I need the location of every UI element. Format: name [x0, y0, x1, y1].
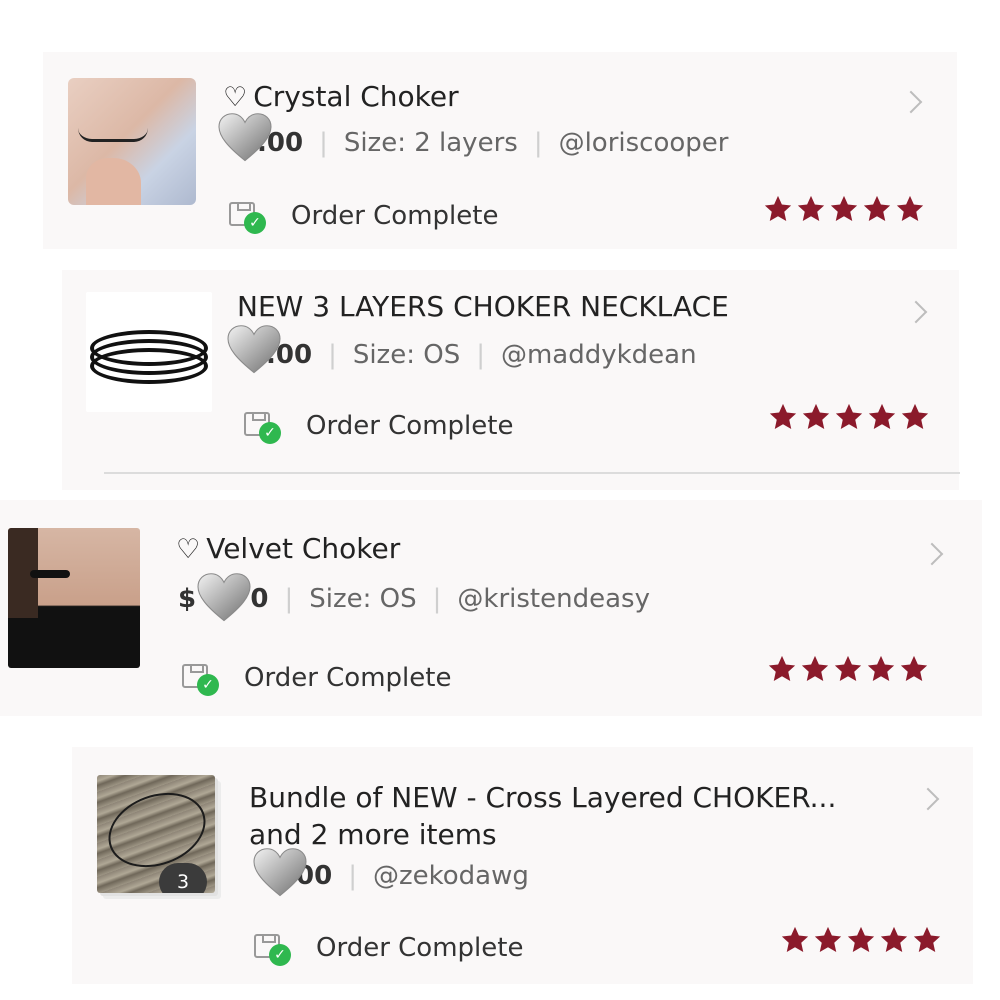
- star-icon: [880, 926, 908, 952]
- rating-stars: [780, 925, 942, 955]
- chevron-right-icon[interactable]: [904, 300, 928, 324]
- star-icon: [901, 403, 929, 429]
- status-label: Order Complete: [244, 663, 452, 693]
- price: 00: [252, 848, 332, 897]
- order-meta: 00 | @zekodawg: [252, 848, 529, 897]
- seller-username[interactable]: @loriscooper: [559, 128, 729, 158]
- size-label: Size: 2 layers: [343, 128, 518, 158]
- seller-username[interactable]: @kristendeasy: [457, 584, 650, 614]
- seller-username[interactable]: @zekodawg: [373, 861, 529, 891]
- separator: |: [476, 340, 485, 370]
- order-card-velvet-choker[interactable]: ♡ Velvet Choker $ 0 | Size: OS | @kristen…: [0, 500, 982, 716]
- star-icon: [900, 655, 928, 681]
- separator: |: [319, 128, 328, 158]
- product-thumbnail[interactable]: [8, 528, 140, 668]
- status-label: Order Complete: [316, 933, 524, 963]
- separator: |: [533, 128, 543, 158]
- item-count-badge: 3: [159, 863, 207, 893]
- order-card-bundle[interactable]: 3 Bundle of NEW - Cross Layered CHOKER..…: [72, 747, 973, 984]
- separator: |: [284, 584, 294, 614]
- product-title[interactable]: NEW 3 LAYERS CHOKER NECKLACE: [237, 290, 729, 323]
- order-status: ✓ Order Complete: [244, 410, 514, 444]
- star-icon: [913, 926, 941, 952]
- rating-stars: [767, 654, 929, 684]
- product-title[interactable]: ♡ Crystal Choker: [223, 80, 459, 113]
- package-check-icon: ✓: [229, 200, 266, 234]
- order-status: ✓ Order Complete: [182, 662, 452, 696]
- star-icon: [867, 655, 895, 681]
- star-icon: [835, 403, 863, 429]
- choker-graphic: [90, 348, 208, 384]
- star-icon: [802, 403, 830, 429]
- silver-heart-icon: [227, 325, 281, 374]
- choker-graphic: [30, 570, 70, 578]
- star-icon: [814, 926, 842, 952]
- hand-graphic: [86, 158, 141, 205]
- star-icon: [863, 195, 891, 221]
- size-label: Size: OS: [352, 340, 461, 370]
- star-icon: [768, 655, 796, 681]
- separator: |: [432, 584, 442, 614]
- star-icon: [830, 195, 858, 221]
- product-thumbnail[interactable]: [68, 78, 196, 205]
- star-icon: [797, 195, 825, 221]
- silver-heart-icon: [197, 573, 251, 622]
- status-label: Order Complete: [306, 411, 514, 441]
- star-icon: [868, 403, 896, 429]
- order-status: ✓ Order Complete: [254, 932, 524, 966]
- star-icon: [781, 926, 809, 952]
- star-icon: [764, 195, 792, 221]
- order-card-crystal-choker[interactable]: ♡ Crystal Choker .00 | Size: 2 layers | @…: [43, 52, 957, 249]
- package-check-icon: ✓: [244, 410, 281, 444]
- chevron-right-icon[interactable]: [920, 542, 944, 566]
- star-icon: [769, 403, 797, 429]
- package-check-icon: ✓: [182, 662, 219, 696]
- heart-outline-icon[interactable]: ♡: [223, 82, 247, 113]
- product-title[interactable]: Bundle of NEW - Cross Layered CHOKER... …: [249, 779, 836, 853]
- seller-username[interactable]: @maddykdean: [501, 340, 697, 370]
- size-label: Size: OS: [309, 584, 417, 614]
- product-title[interactable]: ♡ Velvet Choker: [176, 532, 400, 565]
- order-meta: .00 | Size: OS | @maddykdean: [227, 325, 697, 374]
- price: .00: [227, 325, 312, 374]
- chevron-right-icon[interactable]: [899, 90, 923, 114]
- choker-graphic: [78, 128, 148, 142]
- product-thumbnail[interactable]: 3: [97, 775, 215, 893]
- order-meta: .00 | Size: 2 layers | @loriscooper: [218, 113, 729, 162]
- price: $ 0: [178, 573, 269, 622]
- star-icon: [834, 655, 862, 681]
- product-thumbnail[interactable]: [86, 292, 212, 412]
- rating-stars: [763, 194, 925, 224]
- star-icon: [801, 655, 829, 681]
- separator: |: [328, 340, 337, 370]
- silver-heart-icon: [218, 113, 272, 162]
- order-meta: $ 0 | Size: OS | @kristendeasy: [178, 573, 650, 622]
- price: .00: [218, 113, 303, 162]
- rating-stars: [768, 402, 930, 432]
- order-card-3-layers-choker[interactable]: NEW 3 LAYERS CHOKER NECKLACE .00 | Size:…: [62, 270, 959, 490]
- divider: [104, 472, 960, 474]
- status-label: Order Complete: [291, 201, 499, 231]
- star-icon: [896, 195, 924, 221]
- chevron-right-icon[interactable]: [916, 787, 940, 811]
- package-check-icon: ✓: [254, 932, 291, 966]
- silver-heart-icon: [253, 848, 307, 897]
- order-status: ✓ Order Complete: [229, 200, 499, 234]
- heart-outline-icon[interactable]: ♡: [176, 534, 200, 565]
- separator: |: [348, 861, 357, 891]
- star-icon: [847, 926, 875, 952]
